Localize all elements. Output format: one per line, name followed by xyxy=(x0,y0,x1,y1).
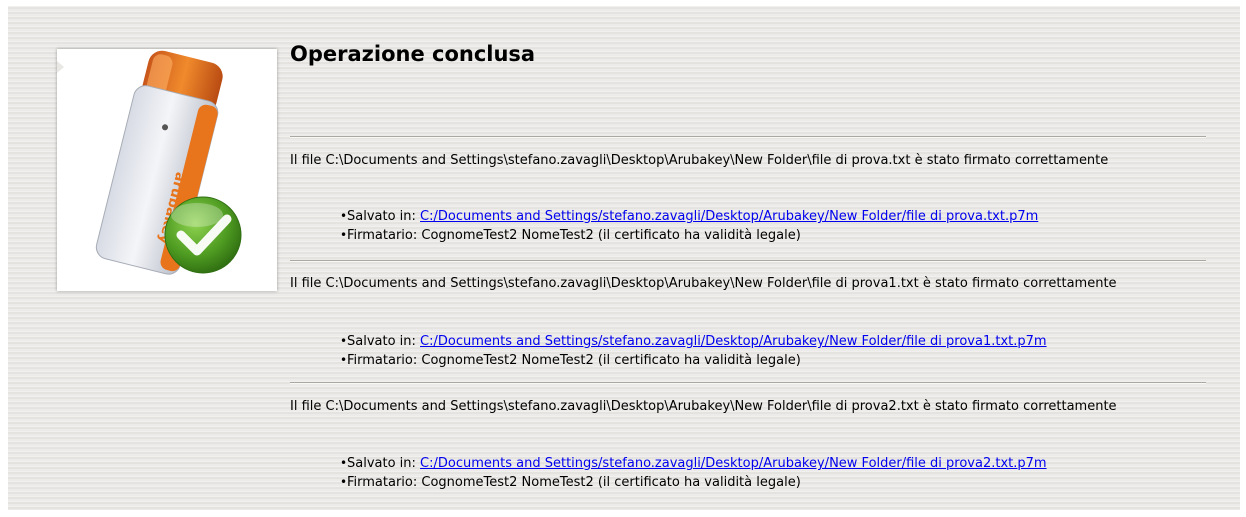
saved-file-link[interactable]: C:/Documents and Settings/stefano.zavagl… xyxy=(420,456,1047,471)
result-message: Il file C:\Documents and Settings\stefan… xyxy=(290,276,1117,291)
result-panel: arubakey Operazione conclusa Il file C:\… xyxy=(8,6,1240,510)
bullet-icon: • xyxy=(340,228,348,242)
result-details: •Salvato in: C:/Documents and Settings/s… xyxy=(340,332,1220,370)
saved-file-link[interactable]: C:/Documents and Settings/stefano.zavagl… xyxy=(420,209,1038,224)
signer-text: Firmatario: CognomeTest2 NomeTest2 (il c… xyxy=(347,228,801,243)
signer-item: •Firmatario: CognomeTest2 NomeTest2 (il … xyxy=(340,473,1220,492)
saved-label: Salvato in: xyxy=(347,334,421,349)
bullet-icon: • xyxy=(340,209,348,223)
result-message: Il file C:\Documents and Settings\stefan… xyxy=(290,153,1109,168)
divider xyxy=(290,260,1206,262)
image-notch xyxy=(57,61,64,73)
signer-item: •Firmatario: CognomeTest2 NomeTest2 (il … xyxy=(340,226,1220,245)
result-details: •Salvato in: C:/Documents and Settings/s… xyxy=(340,454,1220,492)
saved-path-item: •Salvato in: C:/Documents and Settings/s… xyxy=(340,332,1220,351)
signer-item: •Firmatario: CognomeTest2 NomeTest2 (il … xyxy=(340,351,1220,370)
saved-path-item: •Salvato in: C:/Documents and Settings/s… xyxy=(340,207,1220,226)
signer-text: Firmatario: CognomeTest2 NomeTest2 (il c… xyxy=(347,475,801,490)
saved-file-link[interactable]: C:/Documents and Settings/stefano.zavagl… xyxy=(420,334,1047,349)
usb-key-checkmark-icon: arubakey xyxy=(95,50,242,275)
saved-path-item: •Salvato in: C:/Documents and Settings/s… xyxy=(340,454,1220,473)
result-details: •Salvato in: C:/Documents and Settings/s… xyxy=(340,207,1220,245)
bullet-icon: • xyxy=(340,334,348,348)
saved-label: Salvato in: xyxy=(347,209,421,224)
signer-text: Firmatario: CognomeTest2 NomeTest2 (il c… xyxy=(347,353,801,368)
bullet-icon: • xyxy=(340,475,348,489)
usb-key-image: arubakey xyxy=(57,49,277,291)
saved-label: Salvato in: xyxy=(347,456,421,471)
bullet-icon: • xyxy=(340,456,348,470)
divider xyxy=(290,136,1206,138)
bullet-icon: • xyxy=(340,353,348,367)
result-message: Il file C:\Documents and Settings\stefan… xyxy=(290,399,1117,414)
page-title: Operazione conclusa xyxy=(290,42,536,66)
divider xyxy=(290,382,1206,384)
